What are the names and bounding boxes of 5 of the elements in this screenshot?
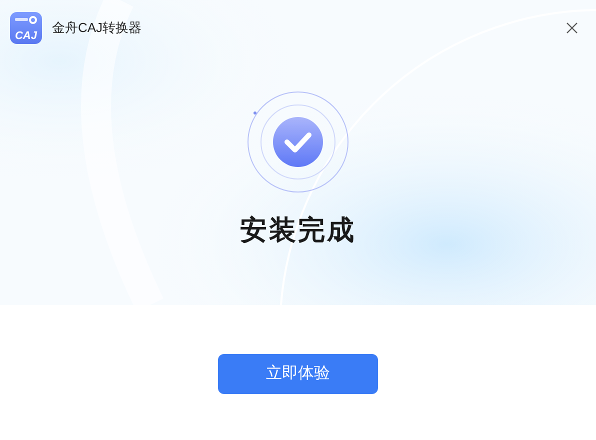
logo-text: CAJ xyxy=(14,31,37,42)
start-button[interactable]: 立即体验 xyxy=(218,354,378,394)
status-title: 安装完成 xyxy=(240,214,356,247)
window-title: 金舟CAJ转换器 xyxy=(52,19,142,38)
close-button[interactable] xyxy=(564,20,580,36)
